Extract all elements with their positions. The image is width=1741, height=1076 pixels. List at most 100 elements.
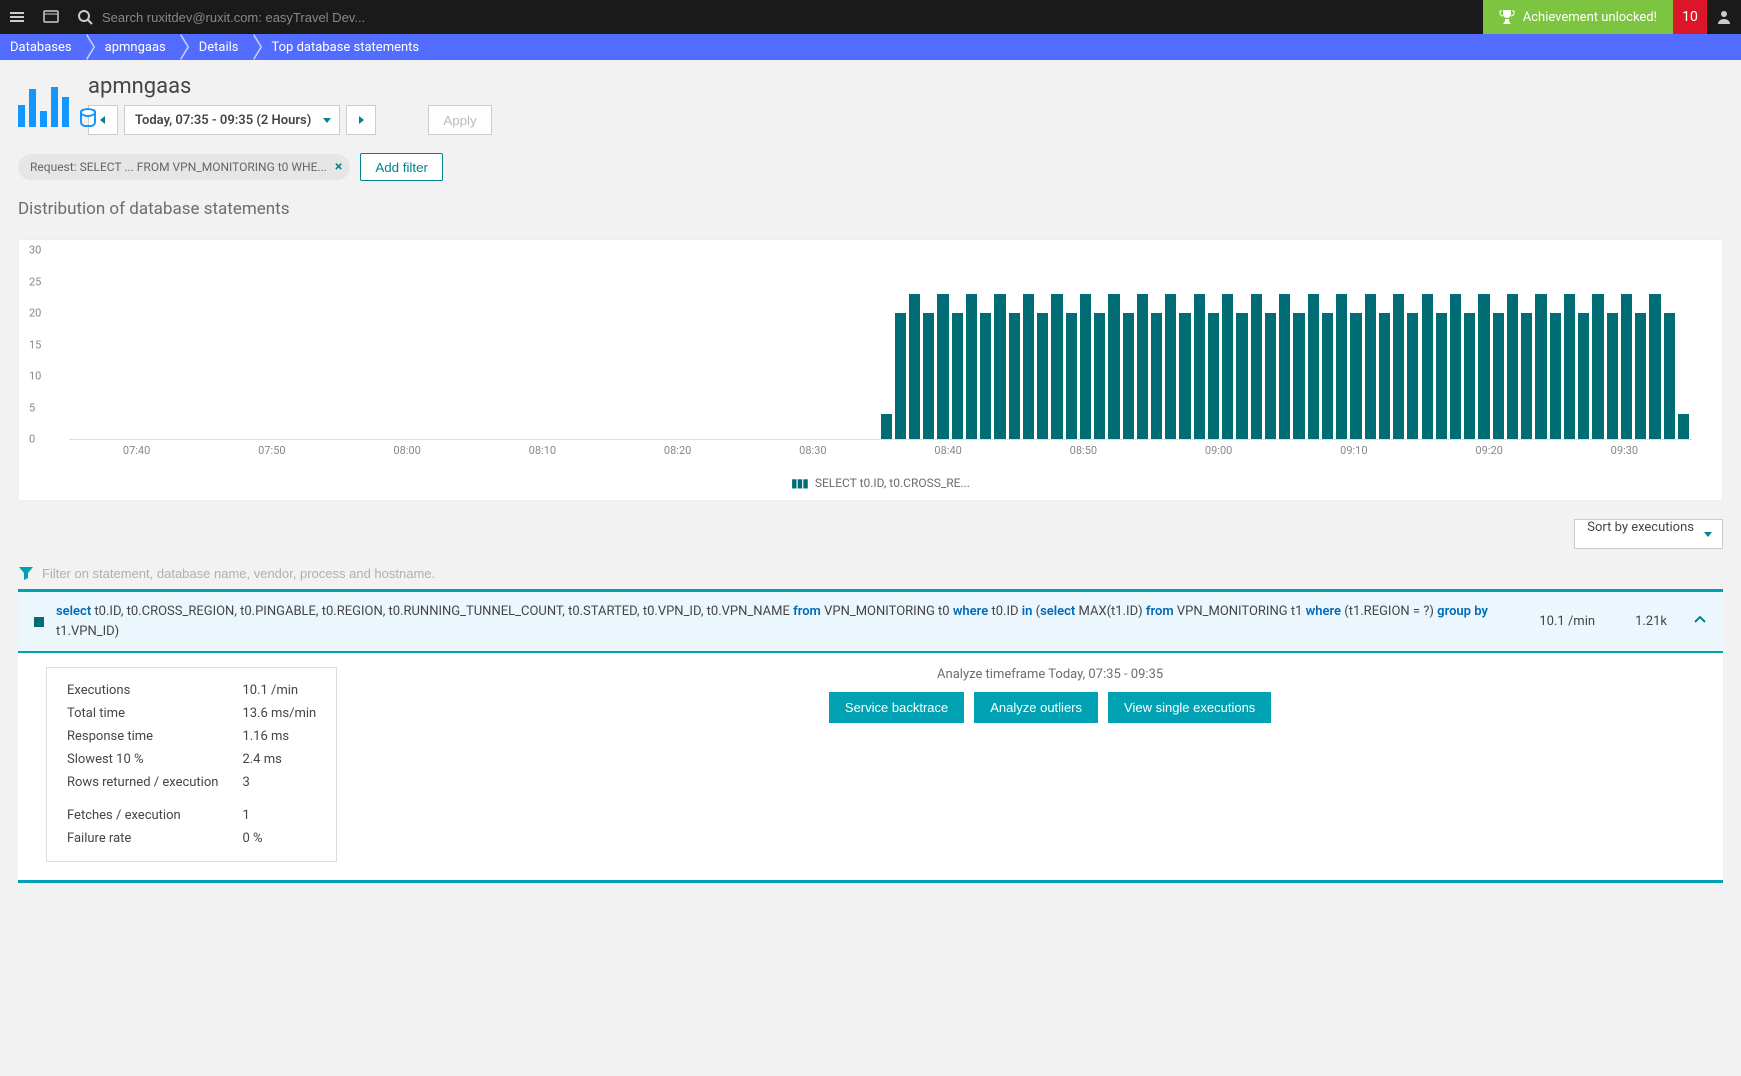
timeframe-dropdown[interactable]: Today, 07:35 - 09:35 (2 Hours) bbox=[124, 105, 340, 135]
stat-row: Response time1.16 ms bbox=[63, 726, 320, 747]
filter-chip-request[interactable]: Request: SELECT ... FROM VPN_MONITORING … bbox=[18, 154, 350, 180]
legend-series-label: SELECT t0.ID, t0.CROSS_RE... bbox=[815, 476, 970, 490]
chart-bar bbox=[909, 294, 920, 439]
x-tick: 08:20 bbox=[664, 444, 691, 457]
analyze-timeframe-label: Analyze timeframe Today, 07:35 - 09:35 bbox=[377, 667, 1723, 682]
search-icon[interactable] bbox=[68, 0, 102, 34]
add-filter-button[interactable]: Add filter bbox=[360, 153, 443, 181]
chart-bar bbox=[1649, 294, 1660, 439]
statement-detail-panel: Executions10.1 /minTotal time13.6 ms/min… bbox=[18, 653, 1723, 883]
chart-legend: ▮▮▮ SELECT t0.ID, t0.CROSS_RE... bbox=[69, 476, 1692, 490]
chart-bar bbox=[1179, 313, 1190, 439]
y-tick: 20 bbox=[29, 307, 41, 320]
chart-bar bbox=[1478, 294, 1489, 439]
breadcrumb-databases[interactable]: Databases bbox=[0, 34, 86, 60]
chart-bar bbox=[923, 313, 934, 439]
chart-bar bbox=[1208, 313, 1219, 439]
x-tick: 08:10 bbox=[529, 444, 556, 457]
chart-bar bbox=[1037, 313, 1048, 439]
database-service-icon bbox=[18, 83, 78, 127]
chart-bar bbox=[1293, 313, 1304, 439]
alerts-badge[interactable]: 10 bbox=[1673, 0, 1707, 34]
breadcrumb: DatabasesapmngaasDetailsTop database sta… bbox=[0, 34, 1741, 60]
statement-rate: 10.1 /min bbox=[1525, 614, 1609, 629]
statement-filter-input[interactable] bbox=[42, 566, 442, 581]
chart-bar bbox=[1080, 294, 1091, 439]
chart-bar bbox=[952, 313, 963, 439]
view-single-executions-button[interactable]: View single executions bbox=[1108, 692, 1271, 723]
chevron-up-icon[interactable] bbox=[1693, 613, 1707, 631]
section-title: Distribution of database statements bbox=[18, 199, 1723, 219]
topbar: Achievement unlocked! 10 bbox=[0, 0, 1741, 34]
chart-bar bbox=[1094, 313, 1105, 439]
statement-sql: select t0.ID, t0.CROSS_REGION, t0.PINGAB… bbox=[56, 602, 1513, 641]
breadcrumb-apmngaas[interactable]: apmngaas bbox=[87, 34, 180, 60]
chart-bar bbox=[1564, 294, 1575, 439]
statement-color-swatch bbox=[34, 617, 44, 627]
chart-bar bbox=[1222, 294, 1233, 439]
y-tick: 5 bbox=[29, 401, 35, 414]
achievement-banner[interactable]: Achievement unlocked! bbox=[1483, 0, 1673, 34]
legend-series-icon: ▮▮▮ bbox=[791, 476, 808, 490]
chart-bar bbox=[1422, 294, 1433, 439]
chart-bar bbox=[1521, 313, 1532, 439]
chart-bar bbox=[1151, 313, 1162, 439]
filter-icon bbox=[18, 565, 34, 581]
chart-bar bbox=[1578, 313, 1589, 439]
y-tick: 25 bbox=[29, 275, 41, 288]
statement-stats: Executions10.1 /minTotal time13.6 ms/min… bbox=[46, 667, 337, 862]
y-tick: 0 bbox=[29, 433, 35, 446]
y-tick: 15 bbox=[29, 338, 41, 351]
chart-bar bbox=[881, 414, 892, 439]
x-tick: 08:40 bbox=[934, 444, 961, 457]
chart-bar bbox=[1464, 313, 1475, 439]
chart-bar bbox=[1393, 294, 1404, 439]
statement-row[interactable]: select t0.ID, t0.CROSS_REGION, t0.PINGAB… bbox=[18, 589, 1723, 653]
chart-bar bbox=[1336, 294, 1347, 439]
x-tick: 07:40 bbox=[123, 444, 150, 457]
y-tick: 10 bbox=[29, 370, 41, 383]
sort-dropdown[interactable]: Sort by executions bbox=[1574, 519, 1723, 549]
chart-bar bbox=[1009, 313, 1020, 439]
x-tick: 08:50 bbox=[1070, 444, 1097, 457]
stat-row: Rows returned / execution3 bbox=[63, 772, 320, 793]
service-backtrace-button[interactable]: Service backtrace bbox=[829, 692, 964, 723]
chart-bar bbox=[937, 294, 948, 439]
achievement-label: Achievement unlocked! bbox=[1523, 10, 1657, 25]
x-tick: 09:20 bbox=[1475, 444, 1502, 457]
chart-bar bbox=[1635, 313, 1646, 439]
breadcrumb-details[interactable]: Details bbox=[181, 34, 253, 60]
chart-bar bbox=[1493, 313, 1504, 439]
stat-row: Failure rate0 % bbox=[63, 828, 320, 849]
menu-icon[interactable] bbox=[0, 0, 34, 34]
chart-bar bbox=[1678, 414, 1689, 439]
dashboard-icon[interactable] bbox=[34, 0, 68, 34]
chart-bar bbox=[1279, 294, 1290, 439]
chart-bar bbox=[1365, 294, 1376, 439]
x-tick: 07:50 bbox=[258, 444, 285, 457]
distribution-chart: 051015202530 07:4007:5008:0008:1008:2008… bbox=[18, 239, 1723, 501]
chart-bar bbox=[1350, 313, 1361, 439]
chart-bar bbox=[1407, 313, 1418, 439]
chart-bar bbox=[966, 294, 977, 439]
search-input[interactable] bbox=[102, 10, 402, 25]
chart-bar bbox=[1023, 294, 1034, 439]
chart-bar bbox=[1236, 313, 1247, 439]
chart-bar bbox=[1535, 294, 1546, 439]
apply-button[interactable]: Apply bbox=[428, 105, 491, 135]
y-tick: 30 bbox=[29, 244, 41, 257]
stat-row: Fetches / execution1 bbox=[63, 805, 320, 826]
timeframe-next-button[interactable] bbox=[346, 105, 376, 135]
chip-remove-icon[interactable]: × bbox=[335, 159, 342, 175]
x-tick: 08:30 bbox=[799, 444, 826, 457]
chart-bar bbox=[1379, 313, 1390, 439]
chart-bar bbox=[895, 313, 906, 439]
stat-row: Executions10.1 /min bbox=[63, 680, 320, 701]
analyze-outliers-button[interactable]: Analyze outliers bbox=[974, 692, 1098, 723]
chart-bar bbox=[1308, 294, 1319, 439]
user-icon[interactable] bbox=[1707, 0, 1741, 34]
chart-bar bbox=[1051, 294, 1062, 439]
statement-total: 1.21k bbox=[1621, 614, 1681, 629]
breadcrumb-top-database-statements[interactable]: Top database statements bbox=[254, 34, 434, 60]
chart-bar bbox=[1450, 294, 1461, 439]
